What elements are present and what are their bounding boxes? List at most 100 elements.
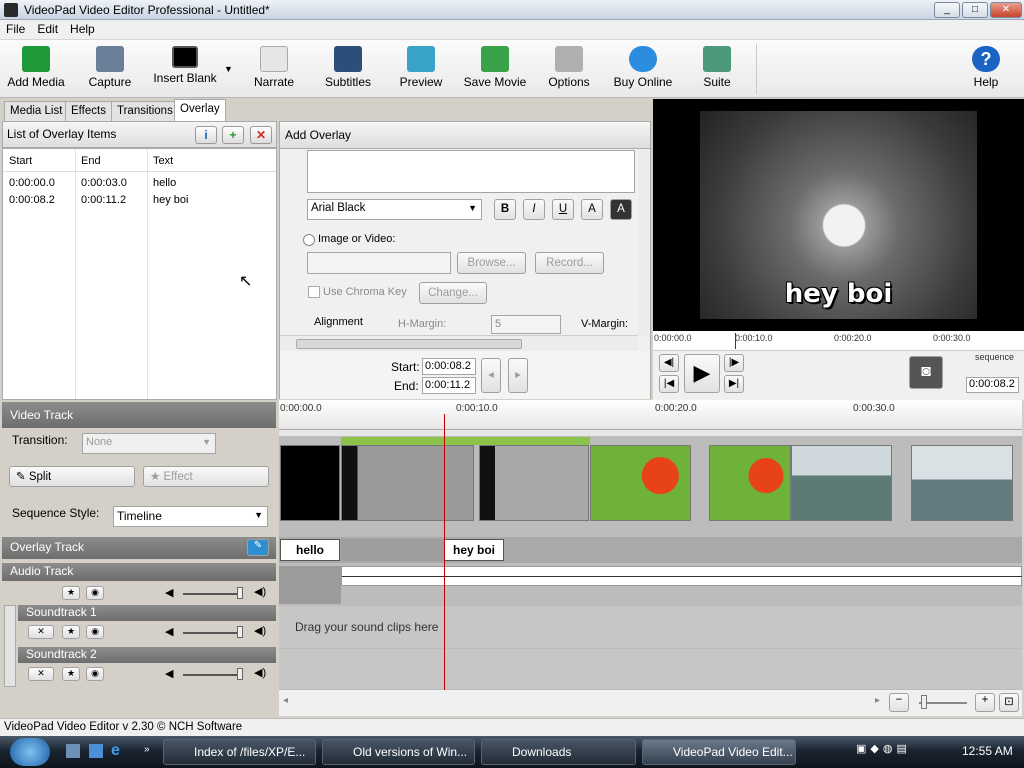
info-icon[interactable]: i: [195, 126, 217, 144]
overlay-clip[interactable]: hey boi: [444, 539, 504, 561]
taskbar-item-downloads[interactable]: Downloads: [481, 739, 636, 765]
horizontal-scrollbar[interactable]: [280, 335, 638, 351]
volume-slider[interactable]: [183, 632, 243, 634]
volume-slider-thumb[interactable]: [237, 587, 243, 599]
volume-slider-thumb[interactable]: [237, 626, 243, 638]
add-overlay-icon[interactable]: +: [222, 126, 244, 144]
bold-button[interactable]: B: [494, 199, 516, 220]
zoom-out-icon[interactable]: −: [889, 693, 909, 712]
timeline-playhead[interactable]: [444, 414, 445, 690]
start-time-input[interactable]: 0:00:08.2: [422, 358, 476, 375]
mute-icon[interactable]: ✕: [28, 625, 54, 639]
column-header-text[interactable]: Text: [153, 155, 173, 167]
tab-transitions[interactable]: Transitions: [111, 101, 179, 121]
step-back-icon[interactable]: ◀|: [659, 354, 679, 372]
video-clip[interactable]: [791, 445, 892, 521]
scroll-left-icon[interactable]: ◂: [283, 695, 288, 706]
video-clip[interactable]: [911, 445, 1013, 521]
overlay-clip[interactable]: hello: [280, 539, 340, 561]
effect-button[interactable]: ★ Effect: [143, 466, 269, 487]
suite-button[interactable]: Suite: [700, 46, 734, 89]
column-header-end[interactable]: End: [81, 155, 101, 167]
help-button[interactable]: ? Help: [970, 46, 1002, 89]
narrate-button[interactable]: Narrate: [250, 46, 298, 89]
preview-button[interactable]: Preview: [398, 46, 444, 89]
menu-edit[interactable]: Edit: [31, 20, 64, 38]
soundtrack1-lane[interactable]: Drag your sound clips here: [279, 606, 1022, 648]
tab-overlay[interactable]: Overlay: [174, 99, 226, 122]
next-arrow-icon[interactable]: ▸: [508, 358, 528, 393]
soundtrack2-lane[interactable]: [279, 649, 1022, 689]
edit-overlay-icon[interactable]: ✎: [247, 539, 269, 556]
text-color-button[interactable]: A: [581, 199, 603, 220]
browse-button[interactable]: Browse...: [457, 252, 526, 274]
tab-media-list[interactable]: Media List: [4, 101, 69, 121]
step-forward-icon[interactable]: |▶: [724, 354, 744, 372]
taskbar-item-firefox[interactable]: Index of /files/XP/E...: [163, 739, 316, 765]
column-header-start[interactable]: Start: [9, 155, 32, 167]
options-button[interactable]: Options: [546, 46, 592, 89]
audio-settings-icon[interactable]: ◉: [86, 667, 104, 681]
font-select[interactable]: Arial Black ▼: [307, 199, 482, 220]
taskbar-item-opera[interactable]: Old versions of Win...: [322, 739, 475, 765]
italic-button[interactable]: I: [523, 199, 545, 220]
internet-explorer-icon[interactable]: e: [111, 742, 127, 759]
star-icon[interactable]: ★: [62, 625, 80, 639]
capture-button[interactable]: Capture: [84, 46, 136, 89]
scroll-right-icon[interactable]: ▸: [875, 695, 880, 706]
show-desktop-icon[interactable]: [66, 744, 80, 758]
go-to-end-icon[interactable]: ▶|: [724, 375, 744, 393]
zoom-fit-icon[interactable]: ⊡: [999, 693, 1019, 712]
minimize-button[interactable]: _: [934, 2, 960, 18]
video-preview[interactable]: hey boi: [653, 99, 1024, 331]
close-button[interactable]: ✕: [990, 2, 1022, 18]
volume-slider-thumb[interactable]: [237, 668, 243, 680]
tab-effects[interactable]: Effects: [65, 101, 112, 121]
zoom-slider-thumb[interactable]: [921, 695, 927, 709]
switch-windows-icon[interactable]: [89, 744, 103, 758]
insert-blank-button[interactable]: Insert Blank: [152, 46, 218, 85]
delete-overlay-icon[interactable]: ✕: [250, 126, 272, 144]
vertical-scrollbar[interactable]: [638, 150, 649, 335]
overlay-selection-bar[interactable]: [341, 437, 590, 445]
track-scrollbar[interactable]: [4, 605, 16, 687]
menu-help[interactable]: Help: [64, 20, 101, 38]
audio-settings-icon[interactable]: ◉: [86, 625, 104, 639]
system-tray-icons[interactable]: ▣◆◍▤: [856, 742, 950, 760]
mute-icon[interactable]: ✕: [28, 667, 54, 681]
hmargin-input[interactable]: 5: [491, 315, 561, 334]
end-time-input[interactable]: 0:00:11.2: [422, 377, 476, 394]
add-media-button[interactable]: Add Media: [6, 46, 66, 89]
overlay-text-input[interactable]: [307, 150, 635, 193]
quick-launch-more-icon[interactable]: »: [144, 744, 150, 755]
preview-ruler[interactable]: 0:00:00.0 0:00:10.0 0:00:20.0 0:00:30.0: [653, 331, 1024, 351]
volume-slider[interactable]: [183, 593, 243, 595]
video-clip[interactable]: [280, 445, 340, 521]
video-clip[interactable]: [341, 445, 474, 521]
video-clip[interactable]: [590, 445, 691, 521]
zoom-in-icon[interactable]: +: [975, 693, 995, 712]
volume-slider[interactable]: [183, 674, 243, 676]
split-button[interactable]: ✎ Split: [9, 466, 135, 487]
go-to-start-icon[interactable]: |◀: [659, 375, 679, 393]
menu-file[interactable]: File: [0, 20, 31, 38]
video-clip[interactable]: [709, 445, 791, 521]
clock[interactable]: 12:55 AM: [962, 744, 1013, 758]
maximize-button[interactable]: □: [962, 2, 988, 18]
play-icon[interactable]: ▶: [684, 354, 720, 393]
record-button[interactable]: Record...: [535, 252, 604, 274]
timeline-ruler[interactable]: 0:00:00.0 0:00:10.0 0:00:20.0 0:00:30.0: [279, 400, 1022, 430]
chroma-key-checkbox[interactable]: [308, 286, 320, 298]
text-background-button[interactable]: A: [610, 199, 632, 220]
change-button[interactable]: Change...: [419, 282, 487, 304]
star-icon[interactable]: ★: [62, 586, 80, 600]
save-movie-button[interactable]: Save Movie: [462, 46, 528, 89]
timeline[interactable]: 0:00:00.0 0:00:10.0 0:00:20.0 0:00:30.0 …: [279, 400, 1022, 690]
transition-select[interactable]: None ▼: [82, 433, 216, 454]
insert-blank-dropdown-icon[interactable]: ▼: [224, 64, 233, 74]
video-clip[interactable]: [479, 445, 589, 521]
image-path-input[interactable]: [307, 252, 451, 274]
snapshot-camera-icon[interactable]: ◙: [909, 356, 943, 389]
subtitles-button[interactable]: Subtitles: [322, 46, 374, 89]
audio-settings-icon[interactable]: ◉: [86, 586, 104, 600]
